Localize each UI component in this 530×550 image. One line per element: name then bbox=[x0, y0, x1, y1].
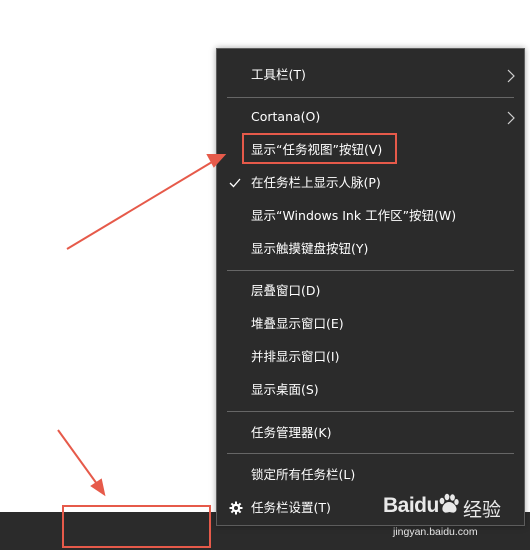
menu-item-label: 任务管理器(K) bbox=[251, 425, 332, 440]
menu-item-toolbars[interactable]: 工具栏(T) bbox=[217, 60, 524, 90]
menu-item-task-manager[interactable]: 任务管理器(K) bbox=[217, 418, 524, 448]
menu-item-label: 并排显示窗口(I) bbox=[251, 349, 340, 364]
menu-item-side-by-side-windows[interactable]: 并排显示窗口(I) bbox=[217, 342, 524, 372]
checkmark-icon bbox=[229, 178, 241, 188]
menu-item-cascade-windows[interactable]: 层叠窗口(D) bbox=[217, 276, 524, 306]
menu-item-label: 显示桌面(S) bbox=[251, 382, 319, 397]
arrow-to-taskbar bbox=[57, 429, 106, 497]
watermark-suffix: 经验 bbox=[463, 499, 502, 521]
menu-item-show-touch-keyboard-button[interactable]: 显示触摸键盘按钮(Y) bbox=[217, 234, 524, 264]
menu-item-show-people[interactable]: 在任务栏上显示人脉(P) bbox=[217, 168, 524, 198]
menu-item-show-windows-ink-button[interactable]: 显示“Windows Ink 工作区”按钮(W) bbox=[217, 201, 524, 231]
gear-icon bbox=[229, 501, 243, 515]
menu-item-label: 任务栏设置(T) bbox=[251, 500, 331, 515]
watermark-url: jingyan.baidu.com bbox=[393, 526, 478, 538]
menu-item-stack-windows[interactable]: 堆叠显示窗口(E) bbox=[217, 309, 524, 339]
menu-item-label: 显示触摸键盘按钮(Y) bbox=[251, 241, 369, 256]
paw-icon bbox=[439, 493, 459, 513]
baidu-jingyan-watermark: Baidu 经验 jingyan.baidu.com bbox=[383, 492, 523, 544]
menu-item-label: 工具栏(T) bbox=[251, 67, 306, 82]
menu-item-label: 层叠窗口(D) bbox=[251, 283, 321, 298]
menu-item-cortana[interactable]: Cortana(O) bbox=[217, 102, 524, 132]
highlight-box-taskbar bbox=[62, 505, 211, 548]
watermark-brand: Baidu bbox=[383, 494, 439, 517]
menu-item-label: 在任务栏上显示人脉(P) bbox=[251, 175, 381, 190]
menu-item-label: 显示“Windows Ink 工作区”按钮(W) bbox=[251, 208, 457, 223]
menu-item-label: 锁定所有任务栏(L) bbox=[251, 467, 356, 482]
menu-item-lock-taskbars[interactable]: 锁定所有任务栏(L) bbox=[217, 460, 524, 490]
chevron-right-icon bbox=[507, 69, 515, 83]
menu-separator bbox=[227, 411, 514, 412]
menu-item-label: Cortana(O) bbox=[251, 109, 321, 124]
taskbar-context-menu: 工具栏(T) Cortana(O) 显示“任务视图”按钮(V) 在任务栏上显示人… bbox=[216, 48, 525, 526]
highlight-box-task-view bbox=[242, 133, 397, 164]
menu-separator bbox=[227, 97, 514, 98]
arrow-to-menu-item bbox=[66, 154, 227, 250]
menu-item-label: 堆叠显示窗口(E) bbox=[251, 316, 344, 331]
menu-item-show-desktop[interactable]: 显示桌面(S) bbox=[217, 375, 524, 405]
menu-separator bbox=[227, 453, 514, 454]
chevron-right-icon bbox=[507, 111, 515, 125]
menu-separator bbox=[227, 270, 514, 271]
